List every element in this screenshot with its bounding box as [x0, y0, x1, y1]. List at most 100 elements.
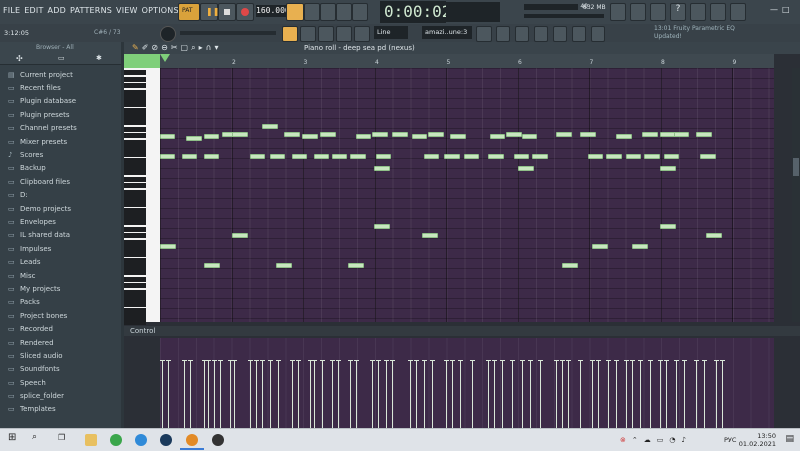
velocity-handle[interactable] [538, 360, 543, 361]
stop-button[interactable] [218, 3, 236, 21]
velocity-bar[interactable] [270, 360, 271, 428]
browser-item[interactable]: ▭ Plugin presets [0, 108, 124, 121]
browser-item[interactable]: ▭ D: [0, 189, 124, 202]
velocity-handle[interactable] [430, 360, 435, 361]
velocity-handle[interactable] [354, 360, 359, 361]
midi-note[interactable] [428, 132, 445, 137]
velocity-bar[interactable] [568, 360, 569, 428]
playlist-icon[interactable] [610, 3, 626, 21]
black-key[interactable] [124, 289, 146, 295]
velocity-bar[interactable] [372, 360, 373, 428]
system-clock[interactable]: 13:50 01.02.2021 [739, 432, 776, 448]
midi-note[interactable] [374, 224, 391, 229]
black-key[interactable] [124, 120, 146, 125]
plugin-icon[interactable] [553, 26, 567, 42]
midi-note[interactable] [332, 154, 347, 159]
velocity-bar[interactable] [378, 360, 379, 428]
midi-note[interactable] [424, 154, 439, 159]
velocity-handle[interactable] [702, 360, 707, 361]
velocity-handle[interactable] [376, 360, 381, 361]
velocity-handle[interactable] [248, 360, 253, 361]
midi-note[interactable] [376, 154, 391, 159]
velocity-bar[interactable] [502, 360, 503, 428]
brush-icon[interactable]: ✐ [142, 43, 149, 53]
midi-note[interactable] [182, 154, 197, 159]
midi-note[interactable] [514, 154, 529, 159]
input-language[interactable]: РУС [724, 436, 736, 444]
midi-note[interactable] [580, 132, 597, 137]
velocity-handle[interactable] [330, 360, 335, 361]
velocity-handle[interactable] [624, 360, 629, 361]
velocity-bar[interactable] [598, 360, 599, 428]
velocity-handle[interactable] [500, 360, 505, 361]
chevron-down-icon[interactable]: ▾ [214, 43, 218, 53]
midi-note[interactable] [250, 154, 265, 159]
browser-item[interactable]: ▭ Recorded [0, 322, 124, 335]
velocity-handle[interactable] [384, 360, 389, 361]
midi-note[interactable] [160, 154, 175, 159]
velocity-handle[interactable] [638, 360, 643, 361]
settings-icon[interactable] [591, 26, 605, 42]
black-key[interactable] [124, 282, 146, 288]
black-key[interactable] [124, 132, 146, 138]
velocity-handle[interactable] [206, 360, 211, 361]
velocity-bar[interactable] [472, 360, 473, 428]
midi-note[interactable] [450, 134, 467, 139]
velocity-handle[interactable] [566, 360, 571, 361]
velocity-handle[interactable] [630, 360, 635, 361]
midi-note[interactable] [320, 132, 337, 137]
velocity-handle[interactable] [336, 360, 341, 361]
velocity-handle[interactable] [714, 360, 719, 361]
velocity-bar[interactable] [522, 360, 523, 428]
black-key[interactable] [124, 152, 146, 158]
browser-item[interactable]: ▭ Sliced audio [0, 349, 124, 362]
maximize-icon[interactable]: □ [782, 5, 790, 17]
velocity-bar[interactable] [608, 360, 609, 428]
pattern-song-toggle[interactable]: PAT [178, 3, 200, 21]
midi-note[interactable] [204, 263, 221, 268]
browser-item[interactable]: ▭ Impulses [0, 242, 124, 255]
velocity-handle[interactable] [212, 360, 217, 361]
velocity-handle[interactable] [458, 360, 463, 361]
metronome-button[interactable] [286, 3, 304, 21]
velocity-bar[interactable] [184, 360, 185, 428]
velocity-handle[interactable] [254, 360, 259, 361]
velocity-handle[interactable] [166, 360, 171, 361]
velocity-handle[interactable] [682, 360, 687, 361]
velocity-bar[interactable] [278, 360, 279, 428]
browser-item[interactable]: ▭ Misc [0, 269, 124, 282]
midi-note[interactable] [412, 134, 427, 139]
midi-note[interactable] [262, 124, 279, 129]
volume-icon[interactable]: ♪ [681, 436, 685, 444]
scroll-thumb[interactable] [793, 158, 799, 176]
velocity-handle[interactable] [492, 360, 497, 361]
velocity-bar[interactable] [416, 360, 417, 428]
midi-note[interactable] [562, 263, 579, 268]
velocity-bar[interactable] [660, 360, 661, 428]
black-key[interactable] [124, 114, 146, 120]
velocity-bar[interactable] [716, 360, 717, 428]
velocity-handle[interactable] [606, 360, 611, 361]
velocity-bar[interactable] [386, 360, 387, 428]
step-slider[interactable] [180, 31, 276, 35]
velocity-bar[interactable] [592, 360, 593, 428]
midi-note[interactable] [606, 154, 623, 159]
piano-roll-icon[interactable] [630, 3, 646, 21]
midi-note[interactable] [588, 154, 603, 159]
rewind-wheel[interactable] [160, 26, 176, 42]
midi-note[interactable] [660, 224, 677, 229]
midi-note[interactable] [204, 134, 219, 139]
chevron-up-icon[interactable]: ⌃ [632, 436, 638, 444]
browser-item[interactable]: ▭ Recent files [0, 81, 124, 94]
midi-note[interactable] [632, 244, 649, 249]
velocity-handle[interactable] [590, 360, 595, 361]
midi-note[interactable] [284, 132, 301, 137]
midi-note[interactable] [160, 244, 177, 249]
velocity-handle[interactable] [422, 360, 427, 361]
snap-icon[interactable] [282, 26, 298, 42]
velocity-handle[interactable] [414, 360, 419, 361]
snap-selector[interactable]: Line [374, 26, 408, 39]
browser-item[interactable]: ▭ Envelopes [0, 215, 124, 228]
pattern-add-icon[interactable] [476, 26, 492, 42]
loop-record-button[interactable] [352, 3, 368, 21]
